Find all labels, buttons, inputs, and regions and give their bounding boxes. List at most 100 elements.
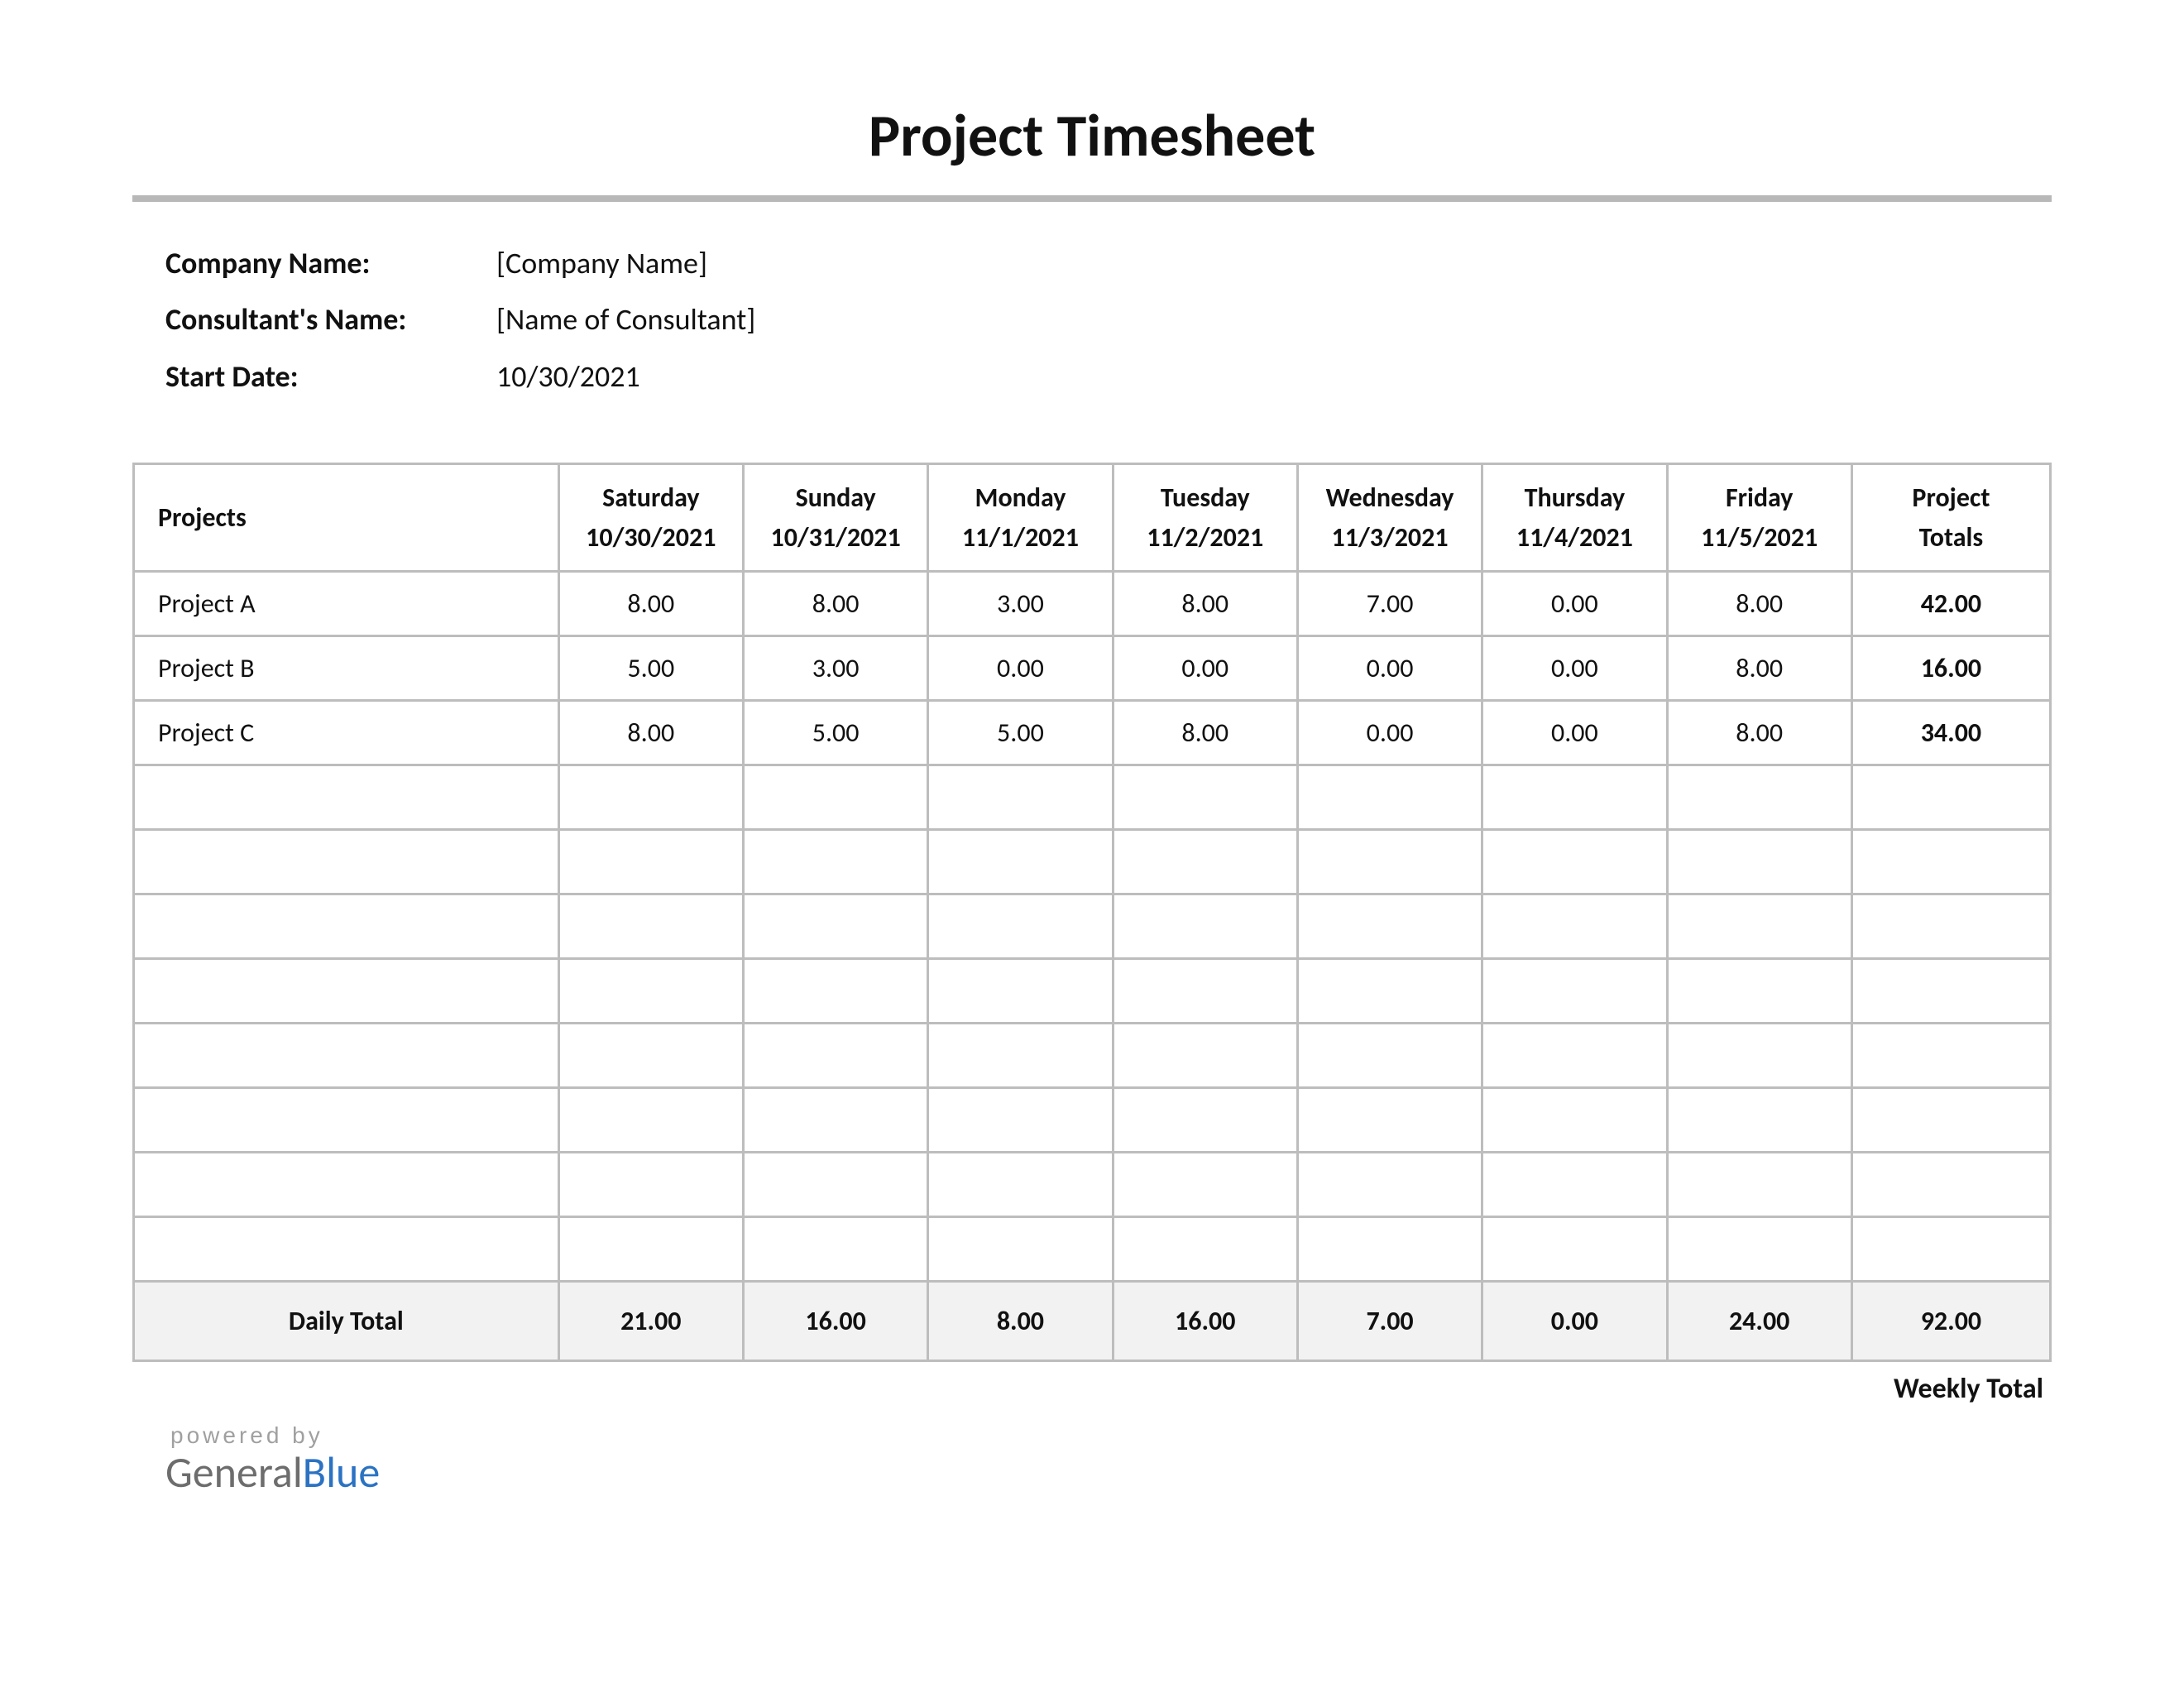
header-dow: Tuesday: [1114, 478, 1296, 518]
project-total-cell: [1851, 1024, 2050, 1088]
hours-cell: [1297, 830, 1482, 894]
hours-cell: [1667, 1024, 1851, 1088]
project-total-cell: 16.00: [1851, 636, 2050, 701]
hours-cell: [1667, 1217, 1851, 1282]
title-rule: [132, 195, 2052, 202]
hours-cell: [928, 959, 1113, 1024]
project-name-cell: Project B: [134, 636, 559, 701]
header-dow: Sunday: [745, 478, 927, 518]
hours-cell: [1667, 765, 1851, 830]
hours-cell: 8.00: [1113, 701, 1297, 765]
daily-total-row: Daily Total 21.00 16.00 8.00 16.00 7.00 …: [134, 1282, 2051, 1361]
header-dow: Thursday: [1483, 478, 1665, 518]
hours-cell: [1113, 1217, 1297, 1282]
header-dow: Wednesday: [1299, 478, 1481, 518]
project-name-cell: [134, 1217, 559, 1282]
hours-cell: 3.00: [928, 572, 1113, 636]
table-foot: Daily Total 21.00 16.00 8.00 16.00 7.00 …: [134, 1282, 2051, 1361]
hours-cell: 0.00: [1297, 701, 1482, 765]
brand-name: GeneralBlue: [165, 1446, 2052, 1499]
project-total-cell: [1851, 765, 2050, 830]
table-row: [134, 830, 2051, 894]
hours-cell: [1113, 959, 1297, 1024]
hours-cell: [1482, 1217, 1667, 1282]
header-day-2: Monday11/1/2021: [928, 464, 1113, 572]
brand-blue: Blue: [303, 1446, 380, 1499]
hours-cell: [1667, 830, 1851, 894]
daily-total-0: 21.00: [558, 1282, 743, 1361]
hours-cell: [558, 1217, 743, 1282]
project-total-cell: 34.00: [1851, 701, 2050, 765]
daily-total-4: 7.00: [1297, 1282, 1482, 1361]
hours-cell: [1667, 1088, 1851, 1153]
hours-cell: [1113, 1153, 1297, 1217]
table-row: [134, 1153, 2051, 1217]
start-date-value: 10/30/2021: [496, 348, 640, 405]
table-row: [134, 1088, 2051, 1153]
project-name-cell: [134, 765, 559, 830]
hours-cell: [1113, 830, 1297, 894]
header-day-1: Sunday10/31/2021: [743, 464, 927, 572]
project-total-cell: [1851, 894, 2050, 959]
hours-cell: 0.00: [1482, 572, 1667, 636]
header-day-4: Wednesday11/3/2021: [1297, 464, 1482, 572]
hours-cell: 0.00: [1113, 636, 1297, 701]
hours-cell: 8.00: [1667, 636, 1851, 701]
hours-cell: [558, 765, 743, 830]
hours-cell: 8.00: [558, 572, 743, 636]
hours-cell: 5.00: [928, 701, 1113, 765]
daily-total-label: Daily Total: [134, 1282, 559, 1361]
header-day-5: Thursday11/4/2021: [1482, 464, 1667, 572]
hours-cell: [558, 959, 743, 1024]
hours-cell: 5.00: [743, 701, 927, 765]
project-name-cell: [134, 1088, 559, 1153]
page-title: Project Timesheet: [132, 99, 2052, 172]
weekly-total-label: Weekly Total: [132, 1372, 2052, 1406]
table-row: [134, 765, 2051, 830]
project-name-cell: [134, 894, 559, 959]
hours-cell: [743, 830, 927, 894]
header-date: 11/2/2021: [1114, 518, 1296, 558]
hours-cell: 8.00: [1667, 701, 1851, 765]
table-row: Project A8.008.003.008.007.000.008.0042.…: [134, 572, 2051, 636]
header-date: 11/3/2021: [1299, 518, 1481, 558]
hours-cell: [558, 1024, 743, 1088]
consultant-value: [Name of Consultant]: [496, 291, 755, 348]
hours-cell: [1113, 894, 1297, 959]
hours-cell: [743, 959, 927, 1024]
hours-cell: [1297, 959, 1482, 1024]
hours-cell: 7.00: [1297, 572, 1482, 636]
hours-cell: [1297, 1217, 1482, 1282]
table-row: [134, 959, 2051, 1024]
hours-cell: 8.00: [1667, 572, 1851, 636]
hours-cell: [1482, 1153, 1667, 1217]
table-row: Project B5.003.000.000.000.000.008.0016.…: [134, 636, 2051, 701]
project-name-cell: [134, 1024, 559, 1088]
hours-cell: [928, 894, 1113, 959]
hours-cell: [558, 894, 743, 959]
weekly-total-value: 92.00: [1851, 1282, 2050, 1361]
hours-cell: 8.00: [558, 701, 743, 765]
header-date: 11/4/2021: [1483, 518, 1665, 558]
meta-consultant: Consultant's Name: [Name of Consultant]: [165, 291, 2052, 348]
project-name-cell: Project C: [134, 701, 559, 765]
table-row: [134, 894, 2051, 959]
header-date: 11/1/2021: [929, 518, 1111, 558]
table-row: [134, 1217, 2051, 1282]
hours-cell: [743, 765, 927, 830]
consultant-label: Consultant's Name:: [165, 291, 496, 348]
project-total-cell: [1851, 1217, 2050, 1282]
hours-cell: [1113, 1088, 1297, 1153]
hours-cell: 0.00: [1482, 701, 1667, 765]
hours-cell: 0.00: [928, 636, 1113, 701]
hours-cell: [1482, 1024, 1667, 1088]
project-total-cell: [1851, 1088, 2050, 1153]
hours-cell: [1482, 830, 1667, 894]
hours-cell: [743, 1024, 927, 1088]
hours-cell: [1482, 959, 1667, 1024]
header-date: 10/30/2021: [560, 518, 742, 558]
header-dow: Monday: [929, 478, 1111, 518]
hours-cell: [928, 1217, 1113, 1282]
project-total-cell: 42.00: [1851, 572, 2050, 636]
project-total-cell: [1851, 1153, 2050, 1217]
